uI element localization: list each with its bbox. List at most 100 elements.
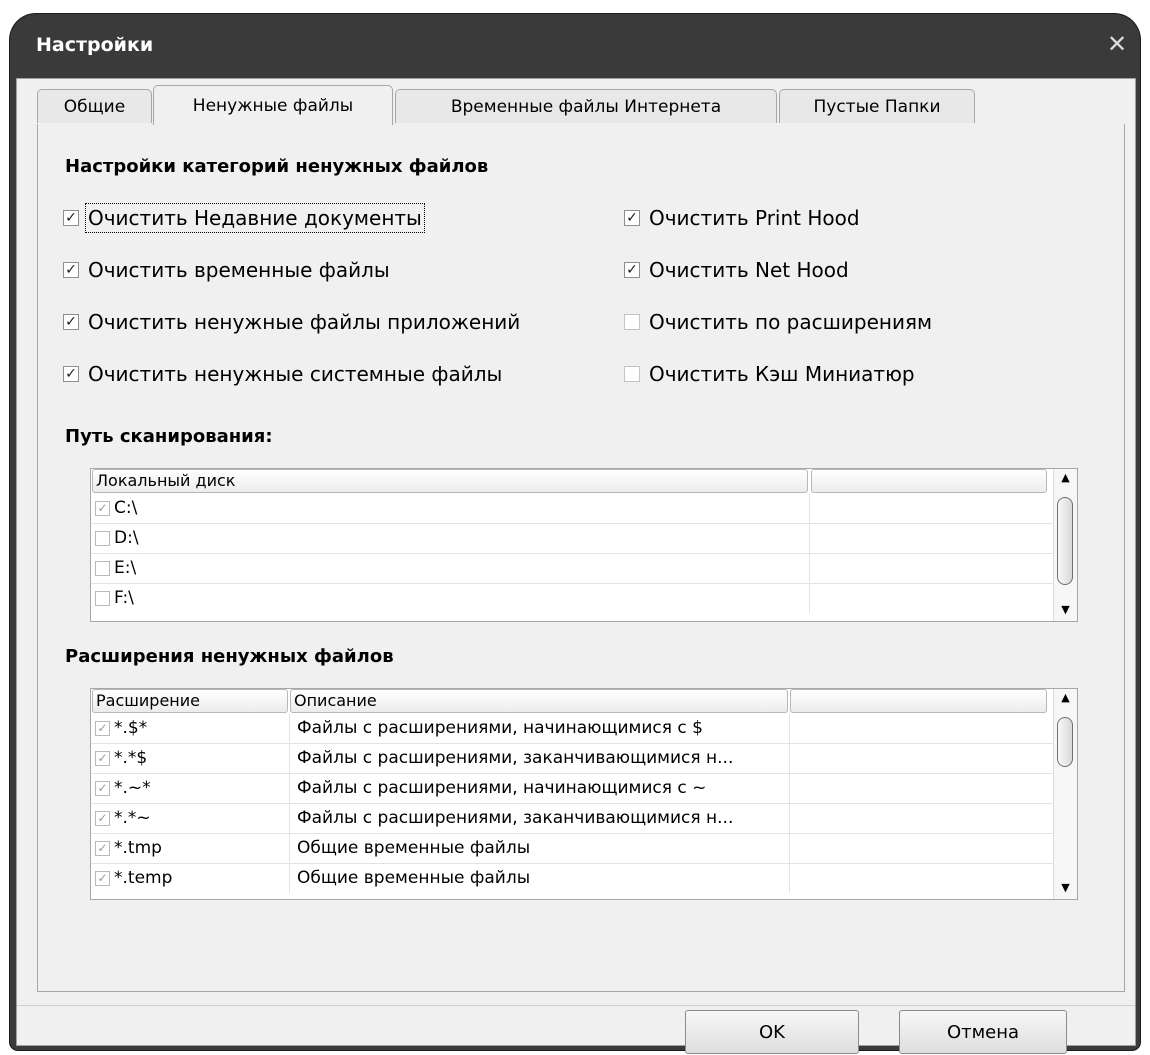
checkbox[interactable]: ✓ bbox=[63, 210, 79, 226]
scroll-down-icon[interactable]: ▼ bbox=[1054, 601, 1077, 619]
close-icon[interactable]: ✕ bbox=[1104, 30, 1130, 58]
scan-path-section-title: Путь сканирования: bbox=[65, 426, 273, 447]
option-clear-by-extensions[interactable]: Очистить по расширениям bbox=[624, 308, 932, 336]
table-row[interactable]: ✓ *.$* Файлы с расширениями, начинающими… bbox=[91, 714, 1053, 744]
extensions-list[interactable]: Расширение Описание ✓ *.$* Файлы с расши… bbox=[90, 688, 1078, 900]
tab-junk-files[interactable]: Ненужные файлы bbox=[153, 85, 393, 125]
column-separator bbox=[789, 744, 790, 773]
column-header-empty[interactable] bbox=[790, 689, 1047, 713]
option-label: Очистить ненужные файлы приложений bbox=[88, 310, 521, 334]
categories-section-title: Настройки категорий ненужных файлов bbox=[65, 156, 489, 177]
table-row[interactable]: ✓ *.tmp Общие временные файлы bbox=[91, 834, 1053, 864]
extension-cell: ✓ *.*~ bbox=[91, 804, 289, 833]
checkbox[interactable]: ✓ bbox=[63, 366, 79, 382]
table-row[interactable]: ✓ *.*~ Файлы с расширениями, заканчивающ… bbox=[91, 804, 1053, 834]
checkbox[interactable] bbox=[624, 366, 640, 382]
extension-value: *.~* bbox=[114, 778, 151, 798]
table-row[interactable]: ✓ *.~* Файлы с расширениями, начинающими… bbox=[91, 774, 1053, 804]
description-cell: Файлы с расширениями, заканчивающимися н… bbox=[297, 748, 734, 768]
description-cell: Файлы с расширениями, начинающимися с $ bbox=[297, 718, 703, 738]
list-item[interactable]: D:\ bbox=[91, 524, 1053, 554]
title-bar[interactable]: Настройки ✕ bbox=[10, 14, 1140, 78]
scroll-thumb[interactable] bbox=[1057, 497, 1073, 585]
table-row[interactable]: ✓ *.temp Общие временные файлы bbox=[91, 864, 1053, 894]
column-separator bbox=[809, 554, 810, 583]
column-header-description[interactable]: Описание bbox=[290, 689, 788, 713]
option-clear-temp-files[interactable]: ✓ Очистить временные файлы bbox=[63, 256, 390, 284]
extension-value: *.$* bbox=[114, 718, 148, 738]
checkbox[interactable] bbox=[624, 314, 640, 330]
option-label: Очистить Кэш Миниатюр bbox=[649, 362, 915, 386]
column-header-extension[interactable]: Расширение bbox=[92, 689, 288, 713]
extension-cell: ✓ *.~* bbox=[91, 774, 289, 803]
drive-label: F:\ bbox=[114, 588, 134, 608]
extension-cell: ✓ *.temp bbox=[91, 864, 289, 893]
column-separator bbox=[789, 834, 790, 863]
drive-label: E:\ bbox=[114, 558, 137, 578]
checkbox[interactable]: ✓ bbox=[95, 841, 110, 856]
junk-files-panel: Настройки категорий ненужных файлов ✓ Оч… bbox=[37, 124, 1125, 992]
checkbox[interactable]: ✓ bbox=[95, 811, 110, 826]
checkbox[interactable] bbox=[95, 591, 110, 606]
tab-empty-folders[interactable]: Пустые Папки bbox=[779, 89, 975, 123]
checkbox[interactable] bbox=[95, 561, 110, 576]
scan-path-list[interactable]: Локальный диск ✓ C:\ D:\ E:\ F:\ ▲ ▼ bbox=[90, 468, 1078, 622]
list-item[interactable]: ✓ C:\ bbox=[91, 494, 1053, 524]
extension-value: *.*$ bbox=[114, 748, 148, 768]
tab-general[interactable]: Общие bbox=[37, 89, 152, 123]
scan-path-scrollbar[interactable]: ▲ ▼ bbox=[1053, 469, 1077, 621]
column-header-empty[interactable] bbox=[811, 469, 1047, 493]
drive-label: D:\ bbox=[114, 528, 139, 548]
cancel-button[interactable]: Отмена bbox=[899, 1010, 1067, 1054]
description-cell: Общие временные файлы bbox=[297, 868, 531, 888]
ok-button[interactable]: OK bbox=[685, 1010, 859, 1054]
extension-value: *.*~ bbox=[114, 808, 151, 828]
option-label: Очистить временные файлы bbox=[88, 258, 390, 282]
extension-cell: ✓ *.tmp bbox=[91, 834, 289, 863]
description-cell: Файлы с расширениями, начинающимися с ~ bbox=[297, 778, 707, 798]
drive-label: C:\ bbox=[114, 498, 138, 518]
column-separator bbox=[289, 744, 290, 773]
checkbox[interactable]: ✓ bbox=[624, 210, 640, 226]
extension-value: *.tmp bbox=[114, 838, 162, 858]
column-separator bbox=[289, 774, 290, 803]
checkbox[interactable]: ✓ bbox=[95, 721, 110, 736]
column-separator bbox=[809, 524, 810, 553]
column-separator bbox=[289, 714, 290, 743]
option-clear-print-hood[interactable]: ✓ Очистить Print Hood bbox=[624, 204, 860, 232]
checkbox[interactable]: ✓ bbox=[624, 262, 640, 278]
column-separator bbox=[789, 804, 790, 833]
column-separator bbox=[789, 774, 790, 803]
checkbox[interactable]: ✓ bbox=[95, 871, 110, 886]
drive-cell: E:\ bbox=[91, 554, 809, 583]
checkbox[interactable]: ✓ bbox=[95, 501, 110, 516]
scroll-up-icon[interactable]: ▲ bbox=[1054, 469, 1077, 487]
option-clear-recent-documents[interactable]: ✓ Очистить Недавние документы bbox=[63, 203, 425, 233]
scroll-up-icon[interactable]: ▲ bbox=[1054, 689, 1077, 707]
settings-dialog: Настройки ✕ Общие Ненужные файлы Временн… bbox=[10, 14, 1140, 1054]
checkbox[interactable]: ✓ bbox=[63, 262, 79, 278]
description-cell: Файлы с расширениями, заканчивающимися н… bbox=[297, 808, 734, 828]
extensions-scrollbar[interactable]: ▲ ▼ bbox=[1053, 689, 1077, 899]
table-row[interactable]: ✓ *.*$ Файлы с расширениями, заканчивающ… bbox=[91, 744, 1053, 774]
option-clear-app-junk[interactable]: ✓ Очистить ненужные файлы приложений bbox=[63, 308, 520, 336]
list-item[interactable]: E:\ bbox=[91, 554, 1053, 584]
list-item[interactable]: F:\ bbox=[91, 584, 1053, 614]
option-label: Очистить ненужные системные файлы bbox=[88, 362, 503, 386]
checkbox[interactable]: ✓ bbox=[95, 781, 110, 796]
checkbox[interactable]: ✓ bbox=[63, 314, 79, 330]
scroll-down-icon[interactable]: ▼ bbox=[1054, 879, 1077, 897]
option-clear-thumbnail-cache[interactable]: Очистить Кэш Миниатюр bbox=[624, 360, 915, 388]
option-label: Очистить по расширениям bbox=[649, 310, 933, 334]
scroll-thumb[interactable] bbox=[1057, 717, 1073, 767]
checkbox[interactable] bbox=[95, 531, 110, 546]
footer-divider bbox=[17, 1005, 1135, 1006]
column-separator bbox=[789, 864, 790, 893]
checkbox[interactable]: ✓ bbox=[95, 751, 110, 766]
option-clear-net-hood[interactable]: ✓ Очистить Net Hood bbox=[624, 256, 849, 284]
extensions-section-title: Расширения ненужных файлов bbox=[65, 646, 394, 667]
tab-internet-temp-files[interactable]: Временные файлы Интернета bbox=[395, 89, 777, 123]
column-header-local-disk[interactable]: Локальный диск bbox=[92, 469, 808, 493]
drive-cell: D:\ bbox=[91, 524, 809, 553]
option-clear-system-junk[interactable]: ✓ Очистить ненужные системные файлы bbox=[63, 360, 502, 388]
